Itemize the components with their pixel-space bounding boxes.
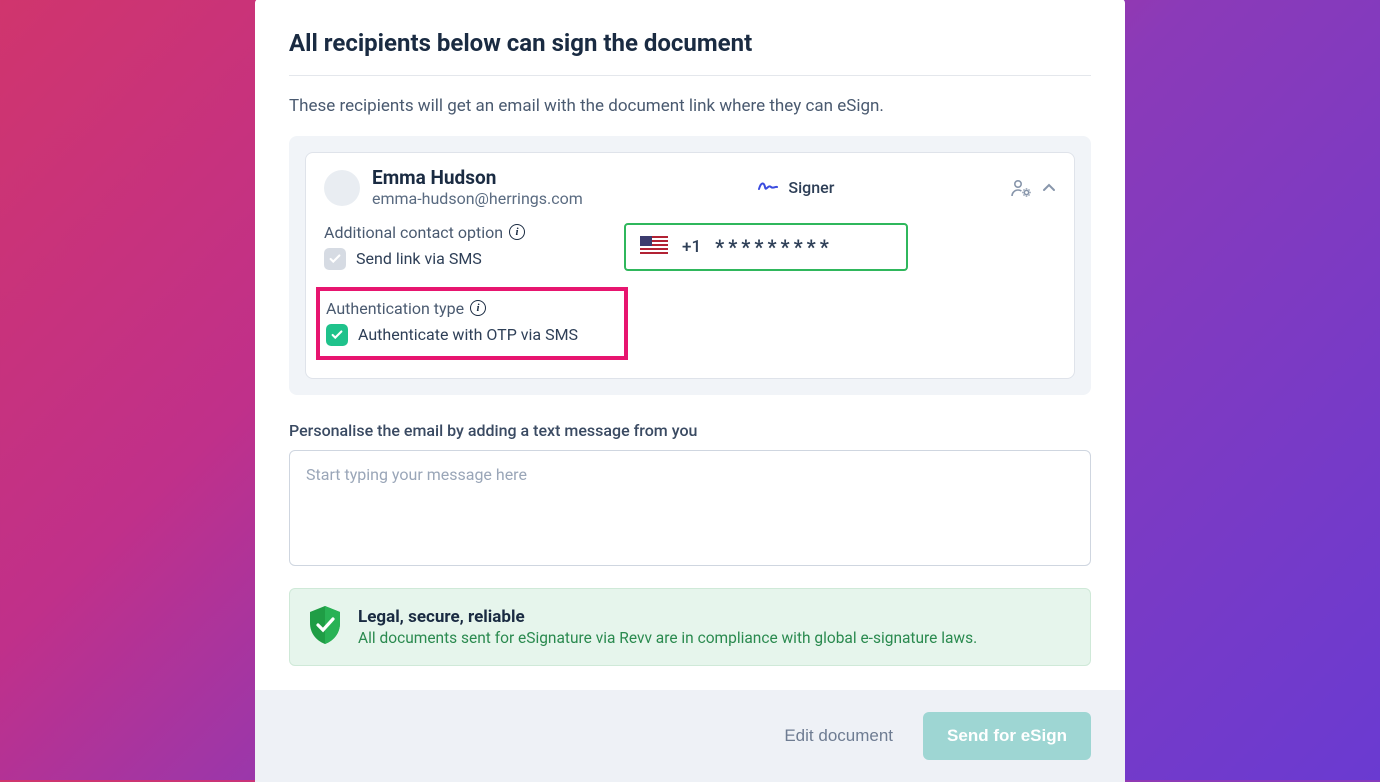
auth-type-label: Authentication type i bbox=[326, 299, 618, 318]
send-for-esign-button[interactable]: Send for eSign bbox=[923, 712, 1091, 760]
recipient-settings-icon[interactable] bbox=[1010, 178, 1032, 198]
info-icon[interactable]: i bbox=[509, 224, 525, 240]
modal-body: All recipients below can sign the docume… bbox=[255, 0, 1125, 690]
modal-footer: Edit document Send for eSign bbox=[255, 690, 1125, 782]
edit-document-button[interactable]: Edit document bbox=[784, 726, 893, 746]
phone-input[interactable]: +1 ********* bbox=[624, 223, 908, 271]
info-icon[interactable]: i bbox=[470, 300, 486, 316]
message-label: Personalise the email by adding a text m… bbox=[289, 421, 1091, 440]
recipient-role[interactable]: Signer bbox=[758, 177, 834, 198]
sms-link-label: Send link via SMS bbox=[356, 249, 482, 268]
chevron-up-icon[interactable] bbox=[1042, 183, 1056, 193]
shield-check-icon bbox=[308, 605, 342, 649]
modal-subtitle: These recipients will get an email with … bbox=[289, 96, 1091, 116]
recipient-name: Emma Hudson bbox=[372, 167, 583, 190]
role-label: Signer bbox=[788, 178, 834, 197]
flag-us-icon[interactable] bbox=[640, 236, 668, 258]
legal-subtitle: All documents sent for eSignature via Re… bbox=[358, 629, 977, 647]
recipient-email: emma-hudson@herrings.com bbox=[372, 189, 583, 208]
checkbox-unchecked-icon bbox=[324, 248, 346, 270]
contact-option-row: Additional contact option i Send link vi… bbox=[324, 223, 1056, 271]
recipient-header: Emma Hudson emma-hudson@herrings.com Sig… bbox=[324, 167, 1056, 209]
contact-option-block: Additional contact option i Send link vi… bbox=[324, 223, 604, 271]
auth-otp-checkbox[interactable]: Authenticate with OTP via SMS bbox=[326, 324, 618, 346]
auth-type-highlight: Authentication type i Authenticate with … bbox=[316, 287, 628, 360]
recipient-card: Emma Hudson emma-hudson@herrings.com Sig… bbox=[305, 152, 1075, 379]
card-actions bbox=[1010, 178, 1056, 198]
legal-banner: Legal, secure, reliable All documents se… bbox=[289, 588, 1091, 666]
dial-code: +1 bbox=[682, 237, 701, 257]
sms-link-checkbox[interactable]: Send link via SMS bbox=[324, 248, 604, 270]
recipients-container: Emma Hudson emma-hudson@herrings.com Sig… bbox=[289, 136, 1091, 395]
signature-icon bbox=[758, 177, 778, 198]
contact-option-label: Additional contact option i bbox=[324, 223, 604, 242]
avatar bbox=[324, 170, 360, 206]
legal-title: Legal, secure, reliable bbox=[358, 607, 977, 627]
auth-otp-label: Authenticate with OTP via SMS bbox=[358, 325, 578, 344]
message-input[interactable] bbox=[289, 450, 1091, 566]
checkbox-checked-icon bbox=[326, 324, 348, 346]
modal-title: All recipients below can sign the docume… bbox=[289, 29, 1091, 76]
esign-modal: All recipients below can sign the docume… bbox=[255, 0, 1125, 782]
recipient-identity: Emma Hudson emma-hudson@herrings.com bbox=[324, 167, 583, 209]
phone-masked: ********* bbox=[715, 235, 833, 259]
